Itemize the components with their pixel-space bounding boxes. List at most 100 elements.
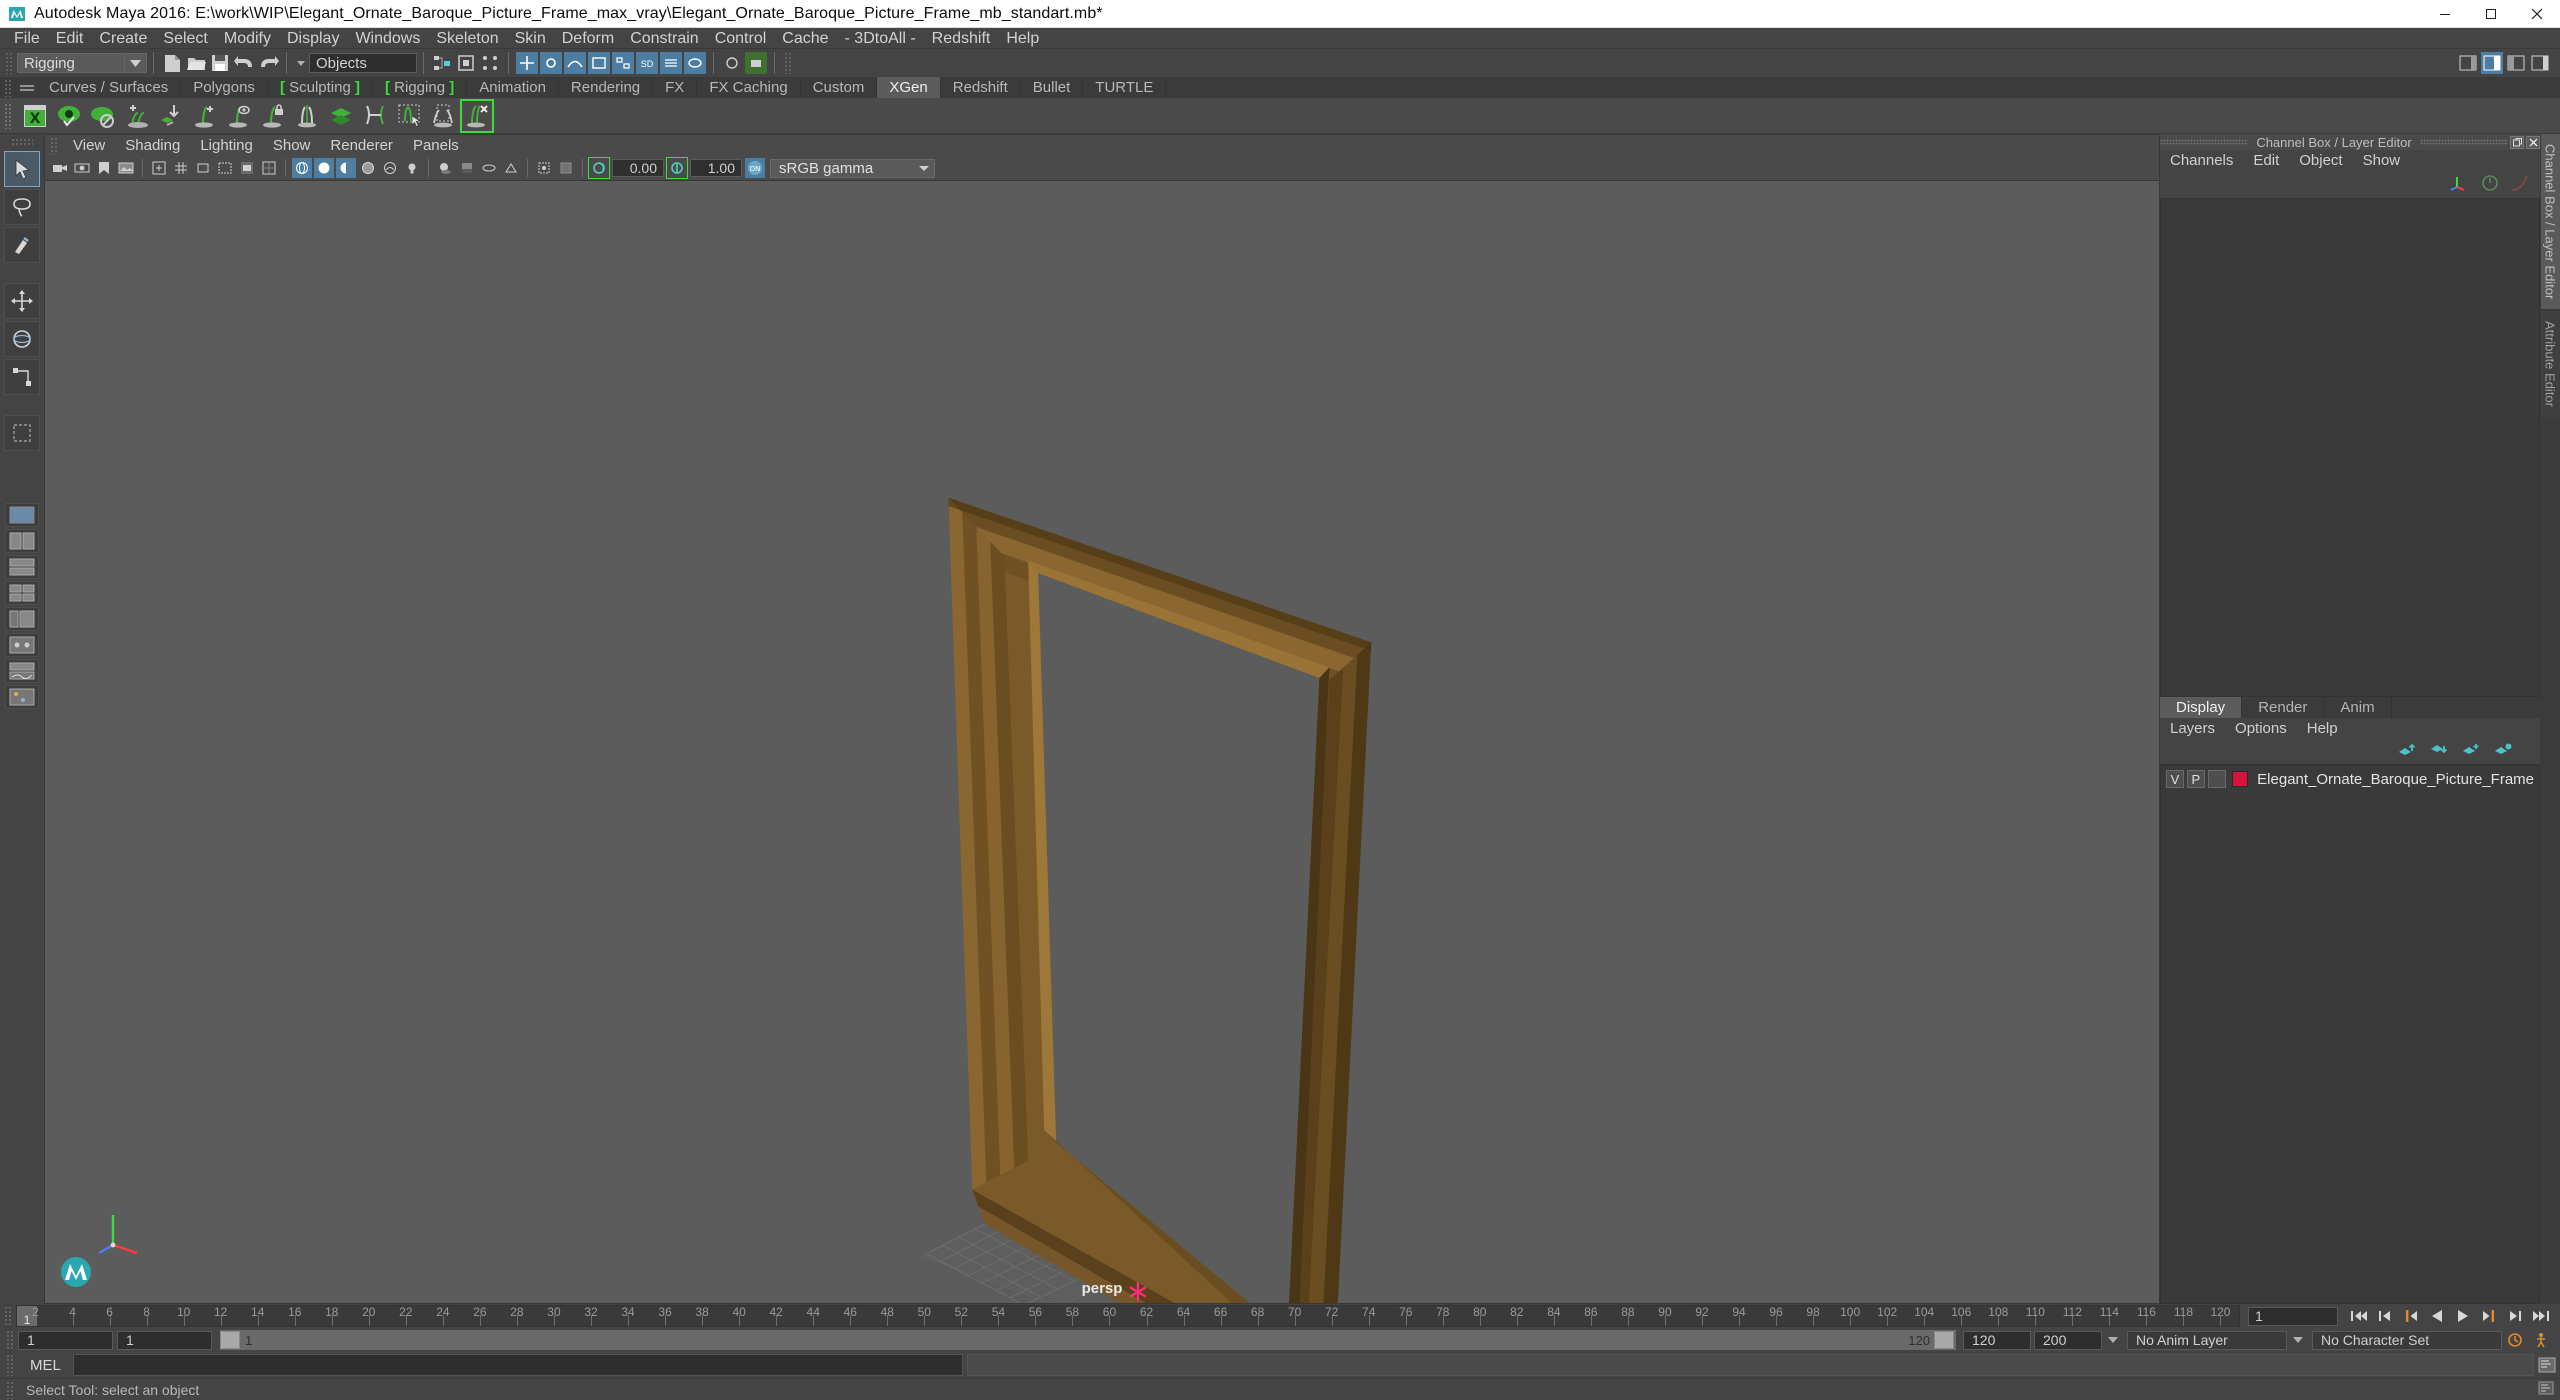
command-input-field[interactable]: [72, 1354, 963, 1376]
layer-playback-toggle[interactable]: P: [2186, 770, 2205, 788]
channel-curve-icon[interactable]: [2510, 173, 2530, 198]
redo-icon[interactable]: [257, 52, 279, 74]
panel-menu-view[interactable]: View: [63, 135, 115, 157]
xgen-patch-icon[interactable]: [326, 101, 356, 131]
shelf-tab-turtle[interactable]: TURTLE: [1083, 77, 1167, 98]
select-by-curve-icon[interactable]: [564, 52, 586, 74]
selection-mask-field[interactable]: Objects: [309, 53, 417, 73]
xgen-select-region-icon[interactable]: [394, 101, 424, 131]
xgen-delete-guide-icon[interactable]: [460, 98, 494, 133]
camera-attributes-icon[interactable]: [72, 158, 92, 178]
table-row[interactable]: V P Elegant_Ornate_Baroque_Picture_Frame: [2164, 768, 2536, 790]
channelbox-menu-show[interactable]: Show: [2353, 150, 2411, 172]
grid-icon[interactable]: [171, 158, 191, 178]
toggle-attribute-editor-icon[interactable]: [2481, 52, 2503, 74]
xgen-import-icon[interactable]: [156, 101, 186, 131]
xgen-convert-icon[interactable]: [360, 101, 390, 131]
menu-help[interactable]: Help: [998, 28, 1047, 49]
channelbox-menu-object[interactable]: Object: [2289, 150, 2352, 172]
new-layer-from-selected-icon[interactable]: [2494, 742, 2512, 762]
xgen-mirror-guide-icon[interactable]: [292, 101, 322, 131]
sidetab-attribute-editor[interactable]: Attribute Editor: [2540, 311, 2560, 418]
menu-create[interactable]: Create: [91, 28, 155, 49]
playback-start-time-field[interactable]: 1: [117, 1330, 212, 1350]
layer-name-label[interactable]: Elegant_Ornate_Baroque_Picture_Frame: [2257, 771, 2534, 788]
go-to-start-icon[interactable]: [2348, 1306, 2370, 1326]
exposure-toggle-icon[interactable]: [588, 157, 610, 179]
outliner-persp-layout-icon[interactable]: [5, 607, 39, 631]
texture-icon[interactable]: [380, 158, 400, 178]
menu-control[interactable]: Control: [707, 28, 775, 49]
shelf-menu-icon[interactable]: [17, 79, 37, 97]
toggle-tool-settings-icon[interactable]: [2505, 52, 2527, 74]
exposure-value-field[interactable]: 0.00: [612, 159, 664, 177]
current-frame-field[interactable]: 1: [2248, 1306, 2338, 1326]
smooth-shade-all-icon[interactable]: [314, 158, 334, 178]
display-layers-list[interactable]: V P Elegant_Ornate_Baroque_Picture_Frame: [2160, 764, 2540, 1304]
move-layer-down-icon[interactable]: [2430, 742, 2448, 762]
use-default-lighting-icon[interactable]: [402, 158, 422, 178]
step-back-frame-icon[interactable]: [2374, 1306, 2396, 1326]
layer-visibility-toggle[interactable]: V: [2166, 770, 2184, 788]
menu-cache[interactable]: Cache: [774, 28, 836, 49]
shelf-tab-rendering[interactable]: Rendering: [558, 77, 654, 98]
screen-space-ao-icon[interactable]: [457, 158, 477, 178]
field-chart-icon[interactable]: [259, 158, 279, 178]
step-back-key-icon[interactable]: [2400, 1306, 2422, 1326]
channel-speed-icon[interactable]: [2480, 173, 2500, 198]
wireframe-on-shaded-icon[interactable]: [358, 158, 378, 178]
gamma-toggle-icon[interactable]: [666, 157, 688, 179]
shelf-tab-fx[interactable]: FX: [653, 77, 698, 98]
gate-mask-icon[interactable]: [237, 158, 257, 178]
channelbox-menu-channels[interactable]: Channels: [2160, 150, 2243, 172]
undo-icon[interactable]: [233, 52, 255, 74]
shelf-icons-grip[interactable]: [4, 102, 12, 129]
xgen-lock-guide-icon[interactable]: [258, 101, 288, 131]
layer-state-toggle[interactable]: [2207, 770, 2226, 788]
maximize-button[interactable]: [2468, 0, 2514, 28]
resolution-gate-icon[interactable]: [215, 158, 235, 178]
range-slider-grip[interactable]: [6, 1330, 14, 1350]
scale-tool-icon[interactable]: [4, 359, 40, 395]
shelf-tab-polygons[interactable]: Polygons: [181, 77, 268, 98]
object-mode-icon[interactable]: [455, 52, 477, 74]
animation-end-time-field[interactable]: 200: [2034, 1330, 2102, 1350]
hypershade-layout-icon[interactable]: [5, 685, 39, 709]
menu-constrain[interactable]: Constrain: [622, 28, 706, 49]
motion-blur-icon[interactable]: [479, 158, 499, 178]
shadows-icon[interactable]: [435, 158, 455, 178]
shelf-tab-fx-caching[interactable]: FX Caching: [697, 77, 801, 98]
status-bar-grip[interactable]: [6, 1380, 14, 1399]
shelf-tab-xgen[interactable]: XGen: [877, 77, 941, 98]
status-script-editor-icon[interactable]: [2538, 1380, 2554, 1400]
gamma-value-field[interactable]: 1.00: [690, 159, 742, 177]
menu-3dtoall[interactable]: - 3DtoAll -: [837, 28, 924, 49]
select-by-deformer-icon[interactable]: [660, 52, 682, 74]
xray-icon[interactable]: [556, 158, 576, 178]
menu-select[interactable]: Select: [155, 28, 215, 49]
character-set-field[interactable]: No Character Set: [2312, 1330, 2502, 1350]
sidetab-channel-box-layer-editor[interactable]: Channel Box / Layer Editor: [2540, 134, 2560, 310]
xgen-select-guide-icon[interactable]: [224, 101, 254, 131]
xgen-add-collection-icon[interactable]: [122, 101, 152, 131]
menu-deform[interactable]: Deform: [554, 28, 622, 49]
close-panel-button[interactable]: [2526, 135, 2540, 149]
menu-display[interactable]: Display: [279, 28, 347, 49]
time-slider-track[interactable]: 1 2 4 6 8 10 12 14 16 18 20 22 24 26 28 30 32 34 36 38 40 42…: [16, 1305, 2240, 1327]
paint-select-tool-icon[interactable]: [4, 227, 40, 263]
select-tool-icon[interactable]: [4, 151, 40, 187]
channelbox-menu-edit[interactable]: Edit: [2243, 150, 2289, 172]
shelf-grip[interactable]: [4, 79, 13, 97]
move-tool-icon[interactable]: [4, 283, 40, 319]
script-editor-icon[interactable]: [2536, 1355, 2558, 1375]
film-gate-icon[interactable]: [193, 158, 213, 178]
component-mode-icon[interactable]: [479, 52, 501, 74]
animation-preferences-icon[interactable]: [2530, 1330, 2552, 1350]
panel-menu-panels[interactable]: Panels: [403, 135, 469, 157]
menu-windows[interactable]: Windows: [347, 28, 428, 49]
two-pane-side-layout-icon[interactable]: [5, 529, 39, 553]
toggle-sidebar-icon[interactable]: [2457, 52, 2479, 74]
time-slider-grip[interactable]: [4, 1306, 12, 1326]
shelf-tab-custom[interactable]: Custom: [800, 77, 878, 98]
xgen-window-icon[interactable]: X: [20, 101, 50, 131]
